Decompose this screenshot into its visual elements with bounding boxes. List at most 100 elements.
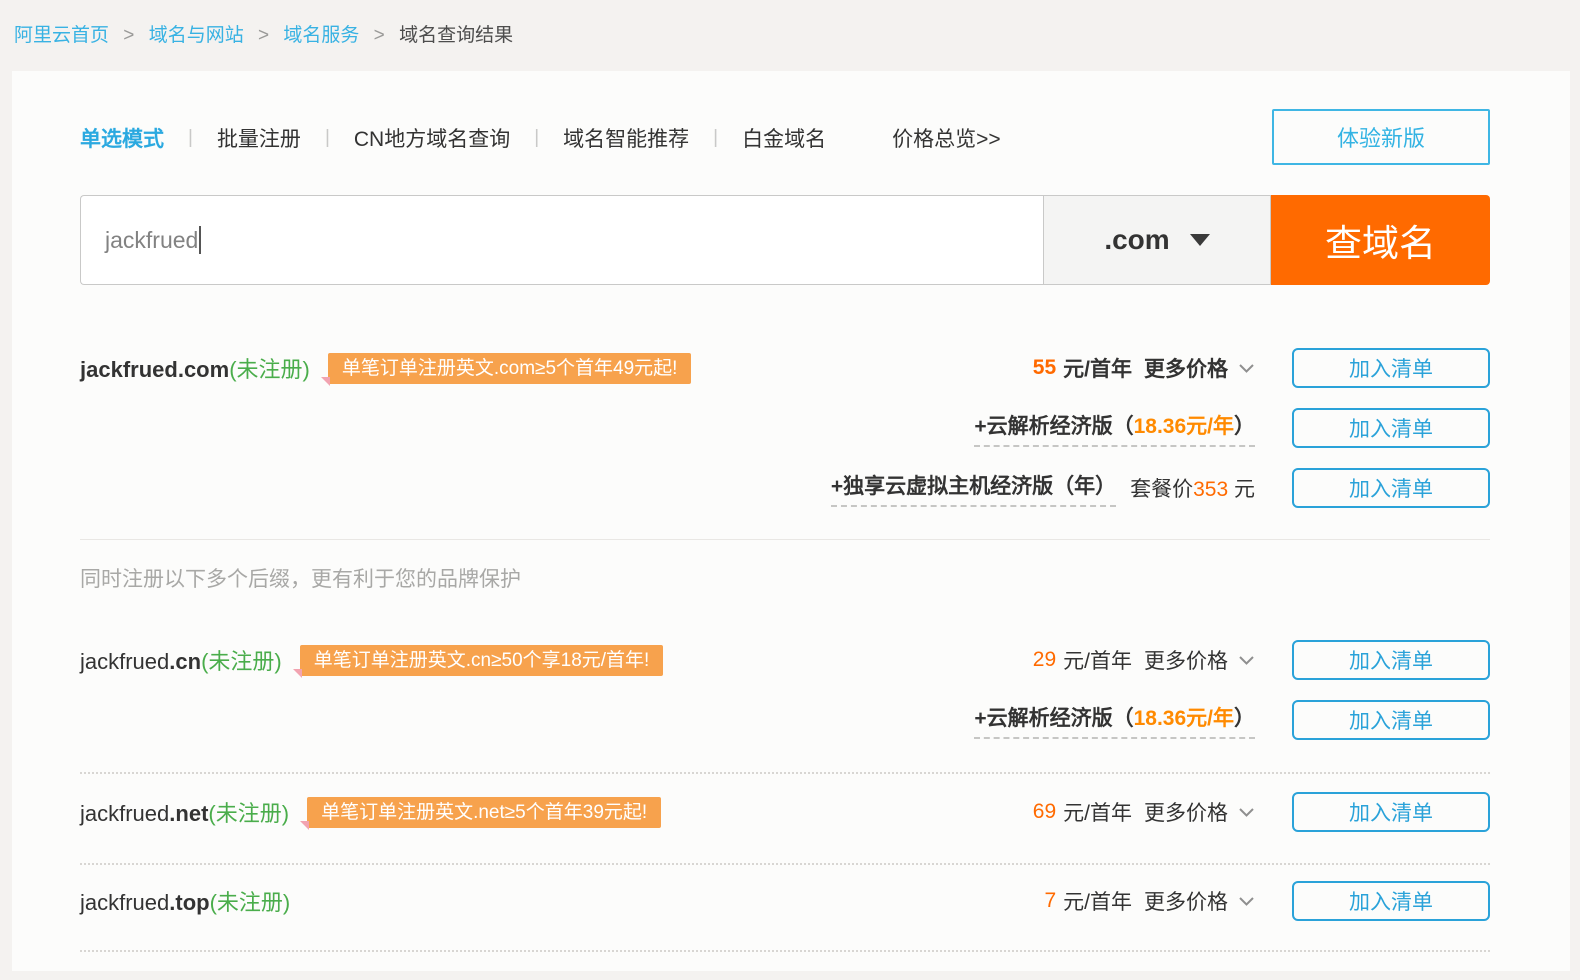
breadcrumb-link-domain-service[interactable]: 域名服务 — [283, 25, 359, 46]
package-price-label: 套餐价 — [1130, 478, 1193, 501]
promo-text: 单笔订单注册英文.cn≥50个享18元/首年! — [314, 650, 650, 671]
addon-label[interactable]: +独享云虚拟主机经济版（年） — [831, 470, 1116, 507]
promo-badge: 单笔订单注册英文.net≥5个首年39元起! — [307, 797, 661, 828]
more-prices-link[interactable]: 更多价格 — [1144, 353, 1228, 383]
package-price-info: 套餐价353 元 — [1130, 473, 1255, 503]
more-prices-link[interactable]: 更多价格 — [1144, 797, 1228, 827]
price-info: 29 元/首年 更多价格 — [1033, 645, 1255, 675]
breadcrumb: 阿里云首页 > 域名与网站 > 域名服务 > 域名查询结果 — [0, 0, 1580, 47]
domain-name: jackfrued.cn(未注册) — [80, 644, 282, 676]
tab-separator: | — [534, 127, 539, 149]
add-to-list-button[interactable]: 加入清单 — [1292, 408, 1490, 448]
ribbon-tail-icon — [293, 669, 302, 678]
tab-separator: | — [713, 127, 718, 149]
price-value: 7 — [1044, 889, 1056, 913]
addon-row-dns: +云解析经济版（18.36元/年） 加入清单 — [80, 407, 1490, 449]
addon-label-text: ） — [1234, 415, 1255, 438]
brand-protection-tip: 同时注册以下多个后缀，更有利于您的品牌保护 — [80, 563, 1490, 593]
add-to-list-button[interactable]: 加入清单 — [1292, 468, 1490, 508]
caret-down-icon — [1190, 234, 1210, 246]
tld-dropdown[interactable]: .com — [1043, 195, 1271, 285]
ribbon-tail-icon — [300, 821, 309, 830]
breadcrumb-link-home[interactable]: 阿里云首页 — [14, 25, 109, 46]
domain-name: jackfrued.top(未注册) — [80, 885, 290, 917]
price-info: 69 元/首年 更多价格 — [1033, 797, 1255, 827]
search-results: jackfrued.com(未注册) 单笔订单注册英文.com≥5个首年49元起… — [80, 347, 1490, 952]
result-row-net: jackfrued.net(未注册) 单笔订单注册英文.net≥5个首年39元起… — [80, 791, 1490, 833]
breadcrumb-separator: > — [258, 25, 269, 46]
add-to-list-button[interactable]: 加入清单 — [1292, 792, 1490, 832]
tab-single-mode[interactable]: 单选模式 — [80, 123, 164, 153]
add-to-list-button[interactable]: 加入清单 — [1292, 881, 1490, 921]
promo-text: 单笔订单注册英文.net≥5个首年39元起! — [321, 802, 647, 823]
addon-row-dns: +云解析经济版（18.36元/年） 加入清单 — [80, 699, 1490, 741]
status-unregistered: (未注册) — [208, 801, 289, 826]
addon-price: 18.36元/年 — [1134, 707, 1234, 730]
domain-suffix: .net — [169, 801, 208, 826]
tab-platinum-domain[interactable]: 白金域名 — [742, 123, 826, 153]
search-input[interactable]: jackfrued — [80, 195, 1043, 285]
status-unregistered: (未注册) — [229, 357, 310, 382]
chevron-down-icon[interactable] — [1238, 653, 1255, 667]
chevron-down-icon[interactable] — [1238, 805, 1255, 819]
domain-suffix: .com — [178, 357, 229, 382]
result-row-com: jackfrued.com(未注册) 单笔订单注册英文.com≥5个首年49元起… — [80, 347, 1490, 389]
more-prices-link[interactable]: 更多价格 — [1144, 886, 1228, 916]
price-info: 7 元/首年 更多价格 — [1044, 886, 1255, 916]
status-unregistered: (未注册) — [210, 890, 291, 915]
price-unit: 元/首年 — [1063, 797, 1132, 827]
tab-batch-register[interactable]: 批量注册 — [217, 123, 301, 153]
price-unit: 元/首年 — [1063, 353, 1132, 383]
addon-label-text: +云解析经济版（ — [974, 415, 1133, 438]
price-value: 55 — [1033, 356, 1056, 380]
addon-row-host: +独享云虚拟主机经济版（年） 套餐价353 元 加入清单 — [80, 467, 1490, 509]
promo-badge: 单笔订单注册英文.cn≥50个享18元/首年! — [300, 645, 664, 676]
promo-text: 单笔订单注册英文.com≥5个首年49元起! — [342, 358, 678, 379]
result-row-cn: jackfrued.cn(未注册) 单笔订单注册英文.cn≥50个享18元/首年… — [80, 639, 1490, 681]
more-prices-link[interactable]: 更多价格 — [1144, 645, 1228, 675]
domain-name: jackfrued.com(未注册) — [80, 352, 310, 384]
domain-prefix: jackfrued — [80, 357, 178, 382]
breadcrumb-link-domain-website[interactable]: 域名与网站 — [149, 25, 244, 46]
addon-label-text: ） — [1234, 707, 1255, 730]
addon-label-text: +云解析经济版（ — [974, 707, 1133, 730]
section-divider — [80, 539, 1490, 540]
domain-name: jackfrued.net(未注册) — [80, 796, 289, 828]
tld-selected-value: .com — [1104, 224, 1169, 256]
price-info: 55 元/首年 更多价格 — [1033, 353, 1255, 383]
tab-cn-local-query[interactable]: CN地方域名查询 — [354, 123, 510, 153]
domain-search-bar: jackfrued .com 查域名 — [80, 195, 1490, 285]
promo-badge: 单笔订单注册英文.com≥5个首年49元起! — [328, 353, 692, 384]
text-cursor — [199, 226, 201, 254]
add-to-list-button[interactable]: 加入清单 — [1292, 348, 1490, 388]
tab-separator: | — [188, 127, 193, 149]
breadcrumb-separator: > — [374, 25, 385, 46]
domain-prefix: jackfrued — [80, 649, 169, 674]
addon-label[interactable]: +云解析经济版（18.36元/年） — [974, 702, 1255, 739]
price-unit: 元/首年 — [1063, 886, 1132, 916]
chevron-down-icon[interactable] — [1238, 361, 1255, 375]
addon-price: 18.36元/年 — [1134, 415, 1234, 438]
add-to-list-button[interactable]: 加入清单 — [1292, 700, 1490, 740]
price-value: 29 — [1033, 648, 1056, 672]
price-unit: 元/首年 — [1063, 645, 1132, 675]
search-domain-button[interactable]: 查域名 — [1271, 195, 1490, 285]
tab-smart-recommend[interactable]: 域名智能推荐 — [563, 123, 689, 153]
domain-suffix: .top — [169, 890, 209, 915]
domain-suffix: .cn — [169, 649, 201, 674]
chevron-down-icon[interactable] — [1238, 894, 1255, 908]
breadcrumb-separator: > — [123, 25, 134, 46]
price-overview-link[interactable]: 价格总览>> — [892, 123, 1001, 153]
breadcrumb-current: 域名查询结果 — [399, 25, 513, 46]
package-price-value: 353 — [1193, 478, 1228, 501]
mode-tabs: 单选模式 | 批量注册 | CN地方域名查询 | 域名智能推荐 | 白金域名 价… — [80, 109, 1490, 167]
row-divider — [80, 863, 1490, 865]
domain-prefix: jackfrued — [80, 801, 169, 826]
row-divider — [80, 772, 1490, 774]
domain-prefix: jackfrued — [80, 890, 169, 915]
addon-label[interactable]: +云解析经济版（18.36元/年） — [974, 410, 1255, 447]
add-to-list-button[interactable]: 加入清单 — [1292, 640, 1490, 680]
domain-search-card: 单选模式 | 批量注册 | CN地方域名查询 | 域名智能推荐 | 白金域名 价… — [12, 71, 1570, 971]
try-new-version-button[interactable]: 体验新版 — [1272, 109, 1490, 165]
price-value: 69 — [1033, 800, 1056, 824]
